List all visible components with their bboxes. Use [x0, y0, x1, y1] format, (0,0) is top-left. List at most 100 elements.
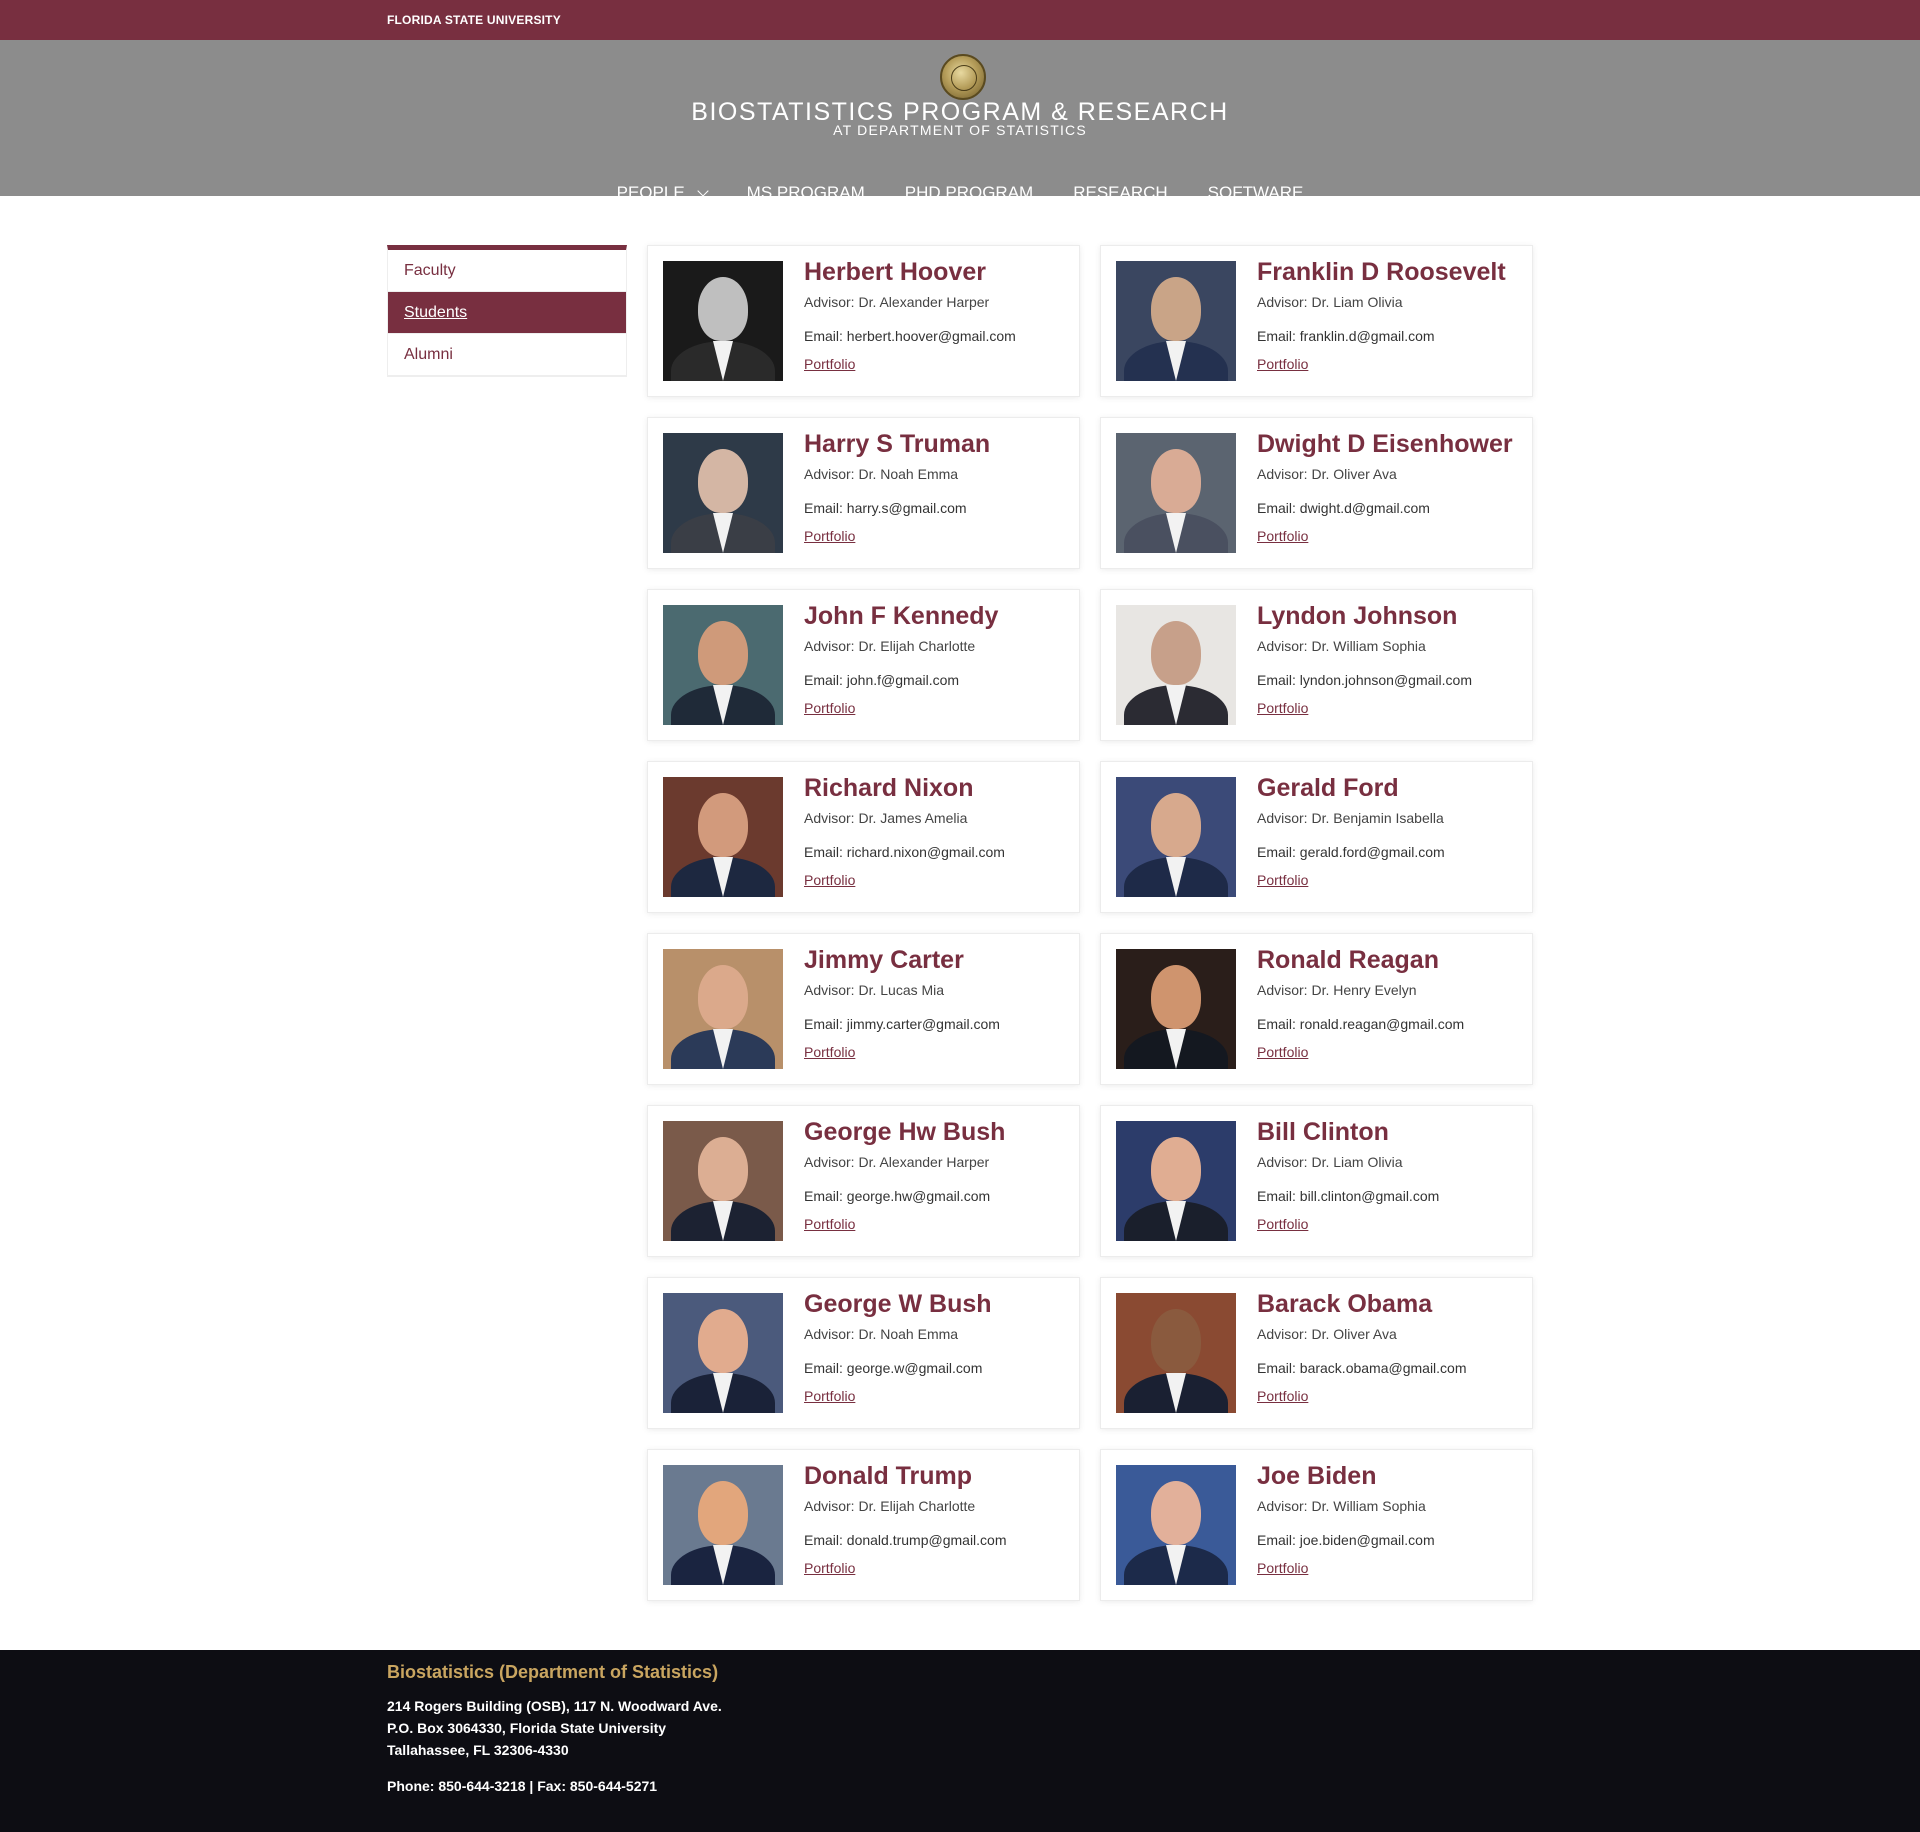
student-name: Ronald Reagan — [1257, 946, 1439, 974]
student-card: Joe Biden Advisor: Dr. William Sophia Emai… — [1100, 1449, 1533, 1601]
portfolio-link[interactable]: Portfolio — [1257, 1388, 1308, 1404]
address-line: Tallahassee, FL 32306-4330 — [387, 1742, 569, 1758]
portfolio-link[interactable]: Portfolio — [804, 872, 855, 888]
student-name: George W Bush — [804, 1290, 992, 1318]
student-advisor: Advisor: Dr. Oliver Ava — [1257, 466, 1397, 482]
nav-people[interactable]: PEOPLE — [616, 183, 709, 203]
student-email: Email: lyndon.johnson@gmail.com — [1257, 672, 1472, 688]
portfolio-link[interactable]: Portfolio — [1257, 1216, 1308, 1232]
footer-title: Biostatistics (Department of Statistics) — [387, 1662, 719, 1682]
portfolio-link[interactable]: Portfolio — [804, 1388, 855, 1404]
student-advisor: Advisor: Dr. Lucas Mia — [804, 982, 945, 998]
student-advisor: Advisor: Dr. James Amelia — [804, 810, 968, 826]
student-name: Lyndon Johnson — [1257, 602, 1458, 630]
portfolio-link[interactable]: Portfolio — [1257, 356, 1308, 372]
student-photo — [663, 1293, 783, 1413]
portfolio-link[interactable]: Portfolio — [1257, 1044, 1308, 1060]
photo-face — [1151, 621, 1201, 685]
university-link[interactable]: FLORIDA STATE UNIVERSITY — [387, 13, 561, 27]
portfolio-link[interactable]: Portfolio — [1257, 872, 1308, 888]
student-photo — [663, 433, 783, 553]
portfolio-link[interactable]: Portfolio — [804, 528, 855, 544]
site-header: BIOSTATISTICS PROGRAM & RESEARCH AT DEPA… — [0, 40, 1920, 202]
portfolio-link[interactable]: Portfolio — [1257, 528, 1308, 544]
nav-research[interactable]: RESEARCH — [1073, 183, 1167, 203]
student-card: George Hw Bush Advisor: Dr. Alexander Har… — [647, 1105, 1080, 1257]
student-advisor: Advisor: Dr. Alexander Harper — [804, 294, 990, 310]
student-card: Franklin D Roosevelt Advisor: Dr. Liam Ol… — [1100, 245, 1533, 397]
student-card: Dwight D Eisenhower Advisor: Dr. Oliver A… — [1100, 417, 1533, 569]
photo-face — [698, 449, 748, 513]
student-card: Jimmy Carter Advisor: Dr. Lucas Mia Email:… — [647, 933, 1080, 1085]
portfolio-link[interactable]: Portfolio — [804, 356, 855, 372]
student-name: Barack Obama — [1257, 1290, 1433, 1318]
nav-people-label: PEOPLE — [616, 183, 685, 202]
student-name: Richard Nixon — [804, 774, 974, 802]
student-advisor: Advisor: Dr. William Sophia — [1257, 638, 1426, 654]
student-photo — [663, 1465, 783, 1585]
student-advisor: Advisor: Dr. Liam Olivia — [1257, 1154, 1403, 1170]
sidebar-item-students[interactable]: Students — [388, 292, 626, 334]
portfolio-link[interactable]: Portfolio — [1257, 700, 1308, 716]
photo-face — [698, 1481, 748, 1545]
student-email: Email: herbert.hoover@gmail.com — [804, 328, 1016, 344]
photo-face — [1151, 449, 1201, 513]
student-advisor: Advisor: Dr. Elijah Charlotte — [804, 1498, 976, 1514]
student-photo — [1116, 1293, 1236, 1413]
site-footer: Biostatistics (Department of Statistics)… — [0, 1650, 1920, 1832]
student-photo — [1116, 1121, 1236, 1241]
footer-phone: Phone: 850-644-3218 | Fax: 850-644-5271 — [387, 1778, 658, 1794]
student-photo — [1116, 261, 1236, 381]
sidebar-item-alumni[interactable]: Alumni — [388, 334, 626, 376]
student-name: Joe Biden — [1257, 1462, 1377, 1490]
chevron-down-icon[interactable] — [697, 184, 709, 197]
photo-face — [698, 277, 748, 341]
photo-face — [698, 965, 748, 1029]
student-email: Email: george.hw@gmail.com — [804, 1188, 991, 1204]
student-card: George W Bush Advisor: Dr. Noah Emma Email… — [647, 1277, 1080, 1429]
main-nav: PEOPLE MS PROGRAM PHD PROGRAM RESEARCH S… — [0, 183, 1920, 203]
student-advisor: Advisor: Dr. William Sophia — [1257, 1498, 1426, 1514]
student-card: Gerald Ford Advisor: Dr. Benjamin Isabell… — [1100, 761, 1533, 913]
sidebar-item-faculty[interactable]: Faculty — [388, 250, 626, 292]
student-card: Harry S Truman Advisor: Dr. Noah Emma Emai… — [647, 417, 1080, 569]
portfolio-link[interactable]: Portfolio — [804, 1216, 855, 1232]
student-email: Email: donald.trump@gmail.com — [804, 1532, 1007, 1548]
student-email: Email: john.f@gmail.com — [804, 672, 960, 688]
student-grid: Herbert Hoover Advisor: Dr. Alexander Har… — [647, 245, 1533, 1601]
people-sidebar: Faculty Students Alumni — [387, 245, 627, 377]
university-seal-icon[interactable] — [940, 54, 986, 100]
student-name: Herbert Hoover — [804, 258, 986, 286]
student-advisor: Advisor: Dr. Elijah Charlotte — [804, 638, 976, 654]
student-photo — [1116, 949, 1236, 1069]
student-card: Bill Clinton Advisor: Dr. Liam Olivia Emai… — [1100, 1105, 1533, 1257]
photo-face — [1151, 1309, 1201, 1373]
portfolio-link[interactable]: Portfolio — [804, 700, 855, 716]
student-photo — [1116, 1465, 1236, 1585]
student-email: Email: dwight.d@gmail.com — [1257, 500, 1430, 516]
student-email: Email: richard.nixon@gmail.com — [804, 844, 1005, 860]
photo-face — [1151, 1481, 1201, 1545]
address-line: 214 Rogers Building (OSB), 117 N. Woodwa… — [387, 1698, 722, 1714]
student-advisor: Advisor: Dr. Henry Evelyn — [1257, 982, 1417, 998]
portfolio-link[interactable]: Portfolio — [804, 1560, 855, 1576]
student-advisor: Advisor: Dr. Noah Emma — [804, 466, 959, 482]
student-email: Email: george.w@gmail.com — [804, 1360, 983, 1376]
portfolio-link[interactable]: Portfolio — [804, 1044, 855, 1060]
student-name: George Hw Bush — [804, 1118, 1006, 1146]
footer-address: 214 Rogers Building (OSB), 117 N. Woodwa… — [387, 1695, 722, 1761]
student-card: Herbert Hoover Advisor: Dr. Alexander Har… — [647, 245, 1080, 397]
student-photo — [663, 949, 783, 1069]
student-photo — [1116, 433, 1236, 553]
student-advisor: Advisor: Dr. Liam Olivia — [1257, 294, 1403, 310]
student-advisor: Advisor: Dr. Noah Emma — [804, 1326, 959, 1342]
nav-phd-program[interactable]: PHD PROGRAM — [905, 183, 1033, 203]
photo-face — [698, 1137, 748, 1201]
nav-ms-program[interactable]: MS PROGRAM — [747, 183, 865, 203]
portfolio-link[interactable]: Portfolio — [1257, 1560, 1308, 1576]
student-email: Email: bill.clinton@gmail.com — [1257, 1188, 1440, 1204]
student-card: Ronald Reagan Advisor: Dr. Henry Evelyn Em… — [1100, 933, 1533, 1085]
student-email: Email: harry.s@gmail.com — [804, 500, 967, 516]
nav-software[interactable]: SOFTWARE — [1208, 183, 1304, 203]
student-photo — [1116, 777, 1236, 897]
